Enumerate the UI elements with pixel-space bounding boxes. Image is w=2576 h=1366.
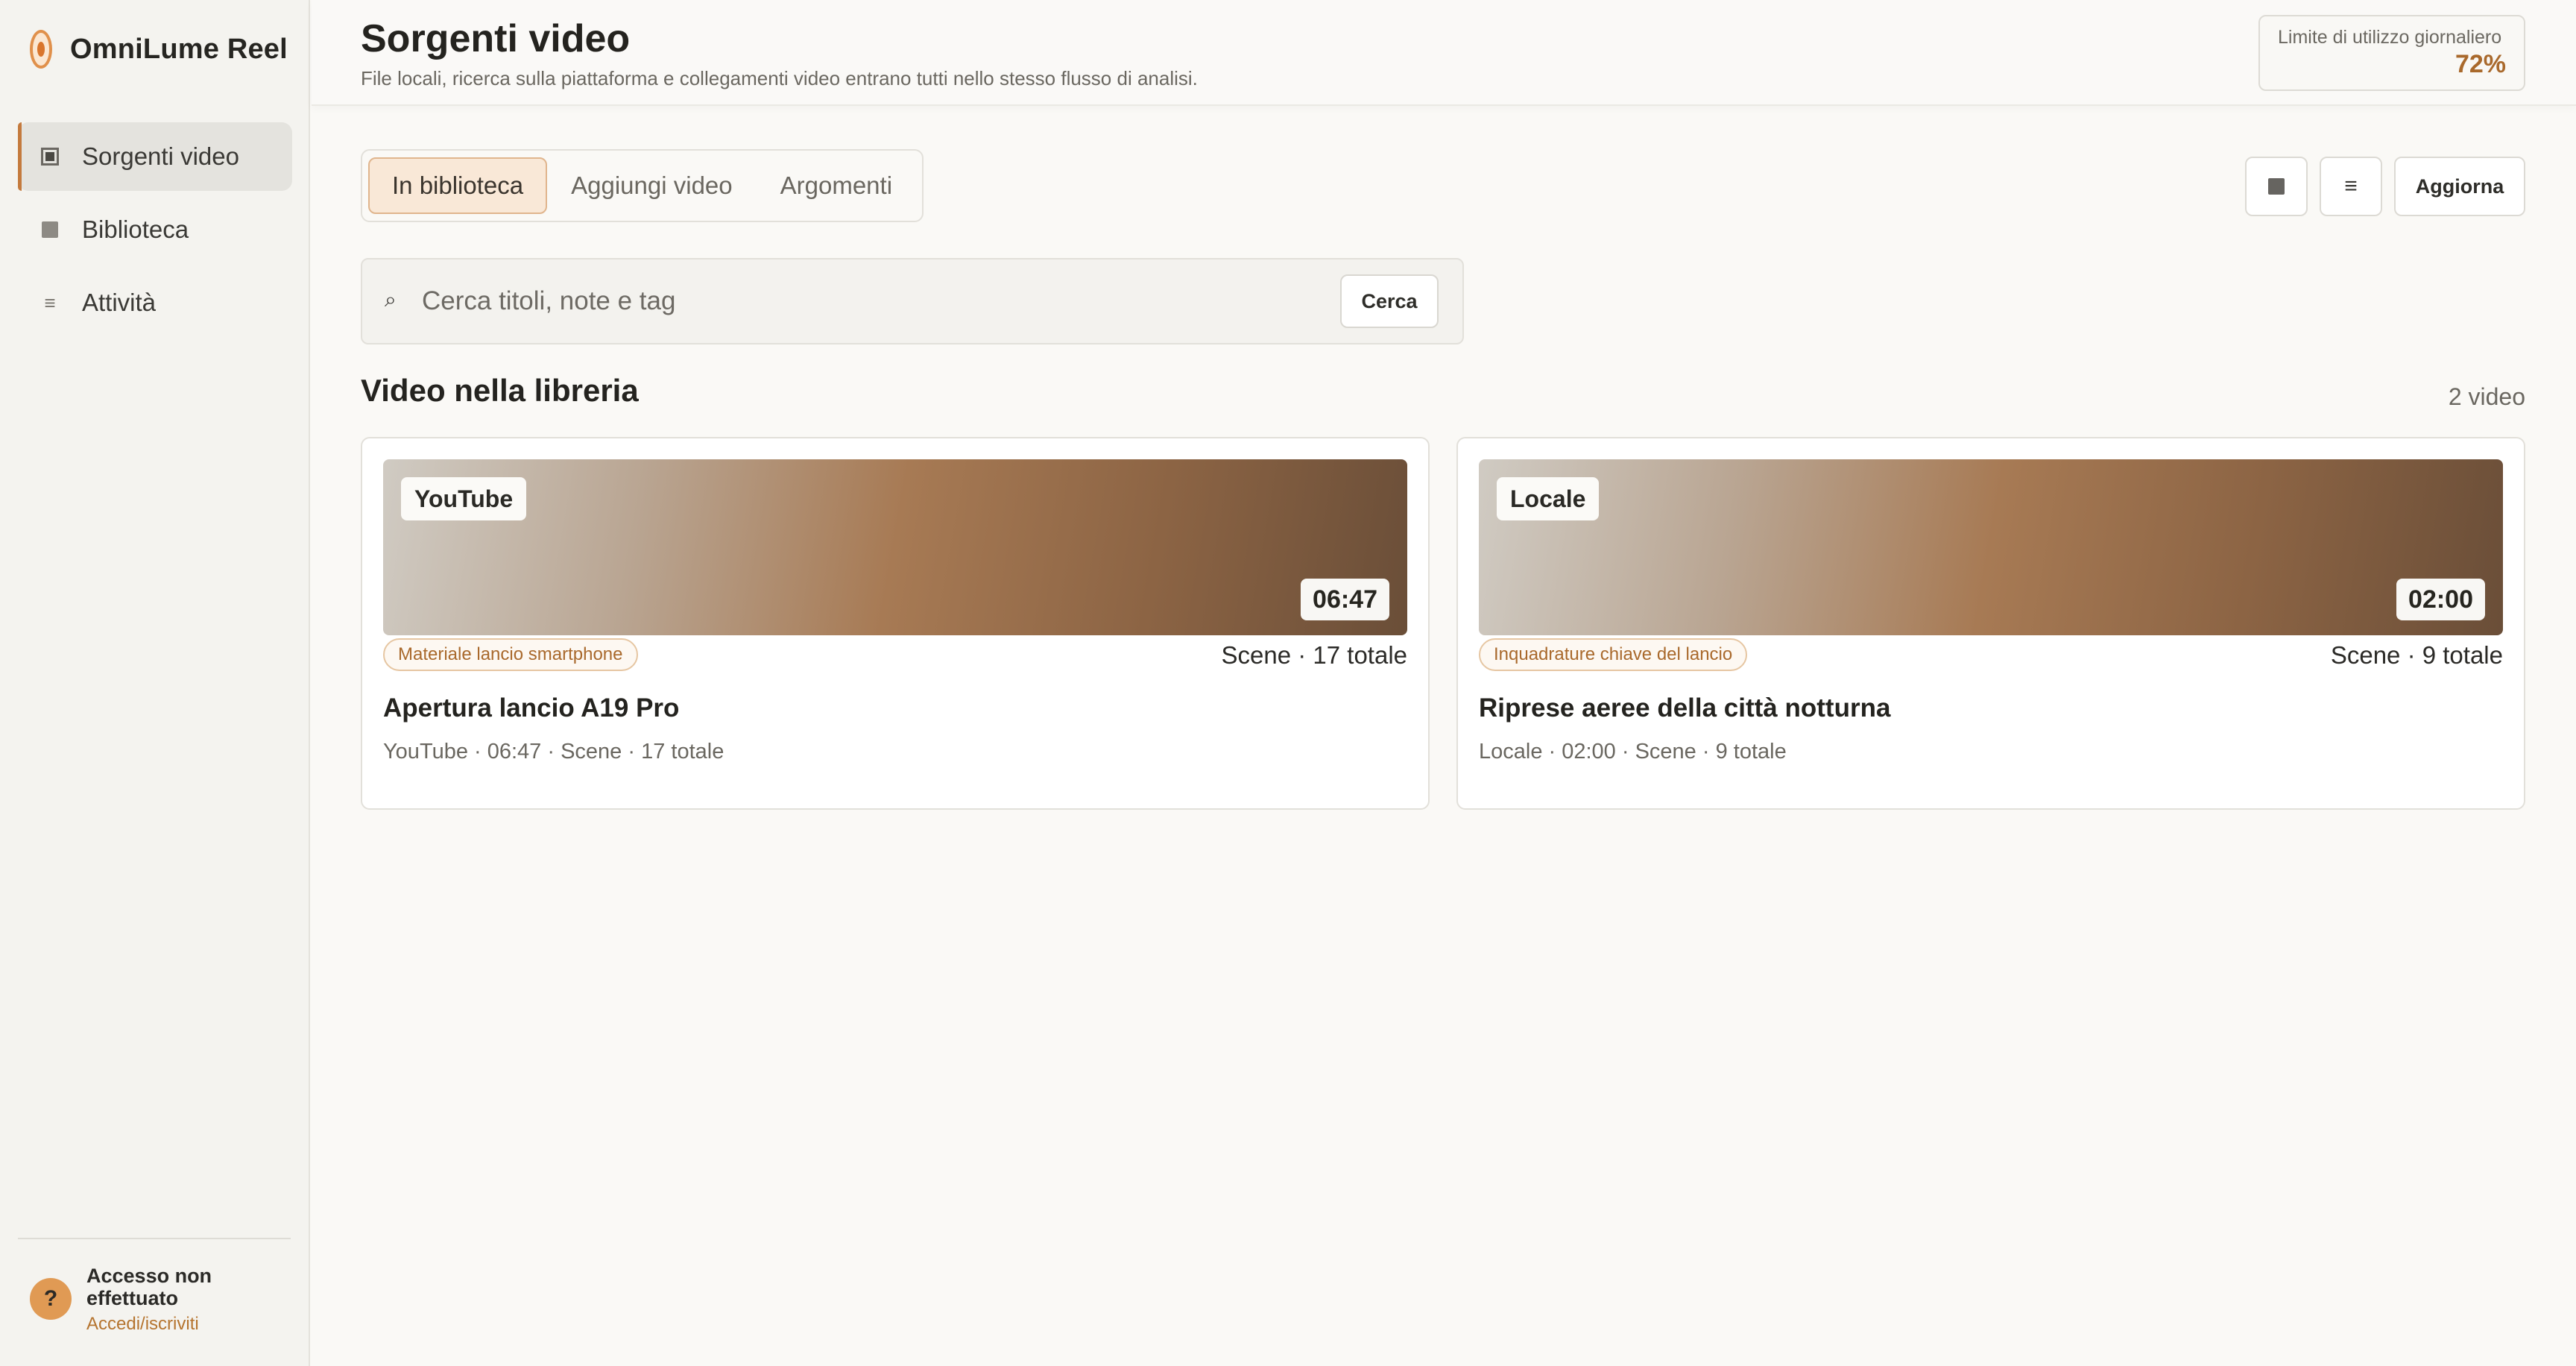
sidebar-item-label: Sorgenti video xyxy=(82,142,239,170)
search-input[interactable] xyxy=(422,277,1242,325)
page-subtitle: File locali, ricerca sulla piattaforma e… xyxy=(361,67,1198,89)
video-thumbnail[interactable]: YouTube 06:47 xyxy=(383,459,1407,635)
duration-badge: 02:00 xyxy=(2396,579,2485,620)
app-window: OmniLume Reel Sorgenti video Biblioteca … xyxy=(0,0,2576,1366)
library-video-count: 2 video xyxy=(2448,383,2525,410)
list-icon: ≡ xyxy=(44,291,56,314)
page-title: Sorgenti video xyxy=(361,17,631,60)
grid-view-button[interactable] xyxy=(2245,157,2308,216)
sidebar-divider xyxy=(18,1238,291,1239)
grid-view-icon xyxy=(2268,178,2285,195)
page-header: Sorgenti video File locali, ricerca sull… xyxy=(312,0,2576,106)
list-view-icon: ≡ xyxy=(2344,174,2358,198)
account-status: Accesso non effettuato xyxy=(86,1265,212,1309)
scene-count: Scene · 9 totale xyxy=(2330,641,2503,669)
login-link[interactable]: Accedi/iscriviti xyxy=(86,1314,236,1335)
refresh-button[interactable]: Aggiorna xyxy=(2394,157,2525,216)
source-badge: Locale xyxy=(1497,477,1600,520)
sidebar-item-label: Biblioteca xyxy=(82,215,189,243)
video-meta: Locale · 02:00 · Scene · 9 totale xyxy=(1479,740,1787,764)
sidebar-item-label: Attività xyxy=(82,289,157,316)
usage-limit-label: Limite di utilizzo giornaliero xyxy=(2278,27,2502,48)
sidebar-item-sorgenti-video[interactable]: Sorgenti video xyxy=(18,122,292,191)
video-card[interactable]: YouTube 06:47 Materiale lancio smartphon… xyxy=(361,437,1430,810)
sidebar-item-attivita[interactable]: ≡ Attività xyxy=(18,268,292,337)
usage-limit-box: Limite di utilizzo giornaliero 72% xyxy=(2258,15,2525,91)
framed-square-icon xyxy=(40,148,60,166)
account-panel: ? Accesso non effettuato Accedi/iscrivit… xyxy=(30,1265,236,1335)
search-button[interactable]: Cerca xyxy=(1340,274,1439,328)
video-title[interactable]: Apertura lancio A19 Pro xyxy=(383,693,679,723)
tab-in-biblioteca[interactable]: In biblioteca xyxy=(368,157,548,214)
search-icon: ⌕ xyxy=(385,288,397,311)
sidebar-nav: Sorgenti video Biblioteca ≡ Attività xyxy=(18,122,292,342)
list-view-button[interactable]: ≡ xyxy=(2320,157,2382,216)
brand-name: OmniLume Reel xyxy=(70,33,288,65)
source-badge: YouTube xyxy=(401,477,527,520)
video-card[interactable]: Locale 02:00 Inquadrature chiave del lan… xyxy=(1456,437,2525,810)
video-meta: YouTube · 06:47 · Scene · 17 totale xyxy=(383,740,724,764)
search-bar: ⌕ Cerca xyxy=(361,258,1464,344)
sidebar-item-biblioteca[interactable]: Biblioteca xyxy=(18,195,292,264)
video-thumbnail[interactable]: Locale 02:00 xyxy=(1479,459,2503,635)
duration-badge: 06:47 xyxy=(1301,579,1389,620)
video-title[interactable]: Riprese aeree della città notturna xyxy=(1479,693,1890,723)
account-text: Accesso non effettuato Accedi/iscriviti xyxy=(86,1265,236,1335)
usage-limit-value: 72% xyxy=(2455,50,2506,78)
library-section-title: Video nella libreria xyxy=(361,373,639,408)
video-tag[interactable]: Inquadrature chiave del lancio xyxy=(1479,638,1748,671)
source-tabs: In biblioteca Aggiungi video Argomenti xyxy=(361,149,924,222)
square-icon xyxy=(40,221,60,238)
scene-count: Scene · 17 totale xyxy=(1221,641,1408,669)
flame-logo-icon xyxy=(30,30,52,69)
video-tag[interactable]: Materiale lancio smartphone xyxy=(383,638,638,671)
brand[interactable]: OmniLume Reel xyxy=(30,27,288,72)
sidebar: OmniLume Reel Sorgenti video Biblioteca … xyxy=(0,0,310,1366)
avatar[interactable]: ? xyxy=(30,1278,72,1320)
tab-argomenti[interactable]: Argomenti xyxy=(757,157,916,214)
tab-aggiungi-video[interactable]: Aggiungi video xyxy=(547,157,757,214)
